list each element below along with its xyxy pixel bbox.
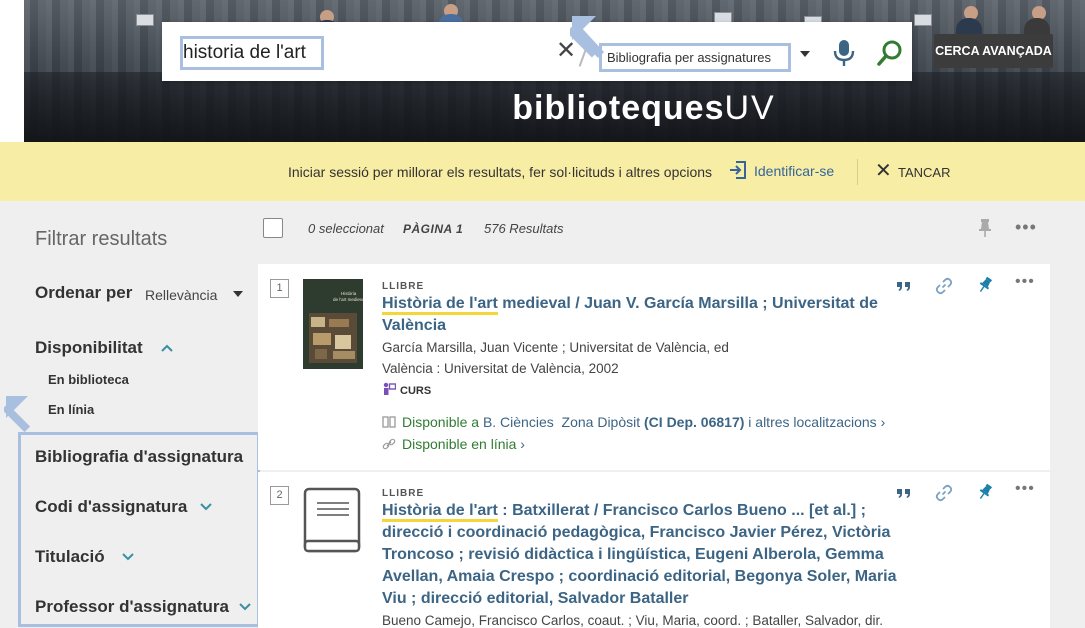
sort-label: Ordenar per bbox=[35, 283, 133, 302]
result-type: LLIBRE bbox=[382, 488, 425, 499]
select-all-checkbox[interactable] bbox=[263, 218, 283, 238]
facet-availability[interactable]: Disponibilitat bbox=[35, 338, 143, 358]
banner-divider bbox=[857, 159, 858, 185]
link-icon bbox=[382, 438, 396, 450]
search-icon[interactable] bbox=[876, 39, 904, 67]
results-count: 576 Resultats bbox=[484, 221, 564, 236]
filters-title: Filtrar resultats bbox=[35, 228, 168, 250]
permalink-icon[interactable] bbox=[935, 484, 953, 502]
more-options-icon[interactable]: ••• bbox=[1015, 480, 1035, 498]
chevron-right-icon: › bbox=[880, 414, 886, 430]
svg-text:de l'art medieval: de l'art medieval bbox=[333, 297, 363, 302]
book-placeholder-icon[interactable] bbox=[303, 487, 363, 555]
result-number: 1 bbox=[270, 279, 289, 298]
result-author: Bueno Camejo, Francisco Carlos, coaut. ;… bbox=[382, 613, 883, 628]
login-prompt-text: Iniciar sessió per millorar els resultat… bbox=[288, 164, 713, 180]
chevron-up-icon[interactable] bbox=[160, 343, 174, 353]
facet-item-online[interactable]: En línia bbox=[48, 402, 94, 417]
pin-icon[interactable] bbox=[977, 218, 993, 238]
result-publication: València : Universitat de València, 2002 bbox=[382, 361, 619, 376]
availability-status[interactable]: Disponible a B. Ciències Zona Dipòsit (C… bbox=[382, 414, 885, 430]
result-number: 2 bbox=[270, 486, 289, 505]
annotation-highlight-box bbox=[18, 432, 260, 627]
close-icon[interactable]: ✕ bbox=[875, 161, 892, 181]
citation-icon[interactable] bbox=[895, 277, 913, 295]
result-author: García Marsilla, Juan Vicente ; Universi… bbox=[382, 340, 729, 355]
search-bar: historia de l'art ✕ Bibliografia per ass… bbox=[162, 22, 912, 81]
microphone-icon[interactable] bbox=[832, 39, 856, 67]
search-scope-select[interactable]: Bibliografia per assignatures bbox=[599, 43, 791, 72]
online-availability[interactable]: Disponible en línia › bbox=[382, 436, 525, 452]
facet-item-in-library[interactable]: En biblioteca bbox=[48, 372, 129, 387]
sort-select[interactable]: Rellevància bbox=[145, 287, 217, 303]
course-badge: CURS bbox=[382, 382, 431, 397]
advanced-search-button[interactable]: CERCA AVANÇADA bbox=[934, 34, 1053, 68]
pin-icon[interactable] bbox=[976, 483, 994, 501]
annotation-arrow-icon bbox=[4, 396, 31, 433]
chevron-down-icon[interactable] bbox=[233, 291, 243, 297]
chevron-down-icon[interactable] bbox=[800, 51, 810, 57]
dismiss-banner-button[interactable]: TANCAR bbox=[898, 165, 950, 180]
annotation-arrow-icon bbox=[570, 16, 604, 58]
result-title-link[interactable]: Història de l'art : Batxillerat / Franci… bbox=[382, 500, 902, 610]
teacher-icon bbox=[383, 382, 396, 395]
pin-icon[interactable] bbox=[976, 276, 994, 294]
result-type: LLIBRE bbox=[382, 281, 425, 292]
result-title-link[interactable]: Història de l'art medieval / Juan V. Gar… bbox=[382, 293, 902, 337]
brand-logo[interactable]: bibliotequesUV bbox=[464, 89, 824, 133]
sign-in-icon[interactable] bbox=[728, 160, 748, 180]
permalink-icon[interactable] bbox=[935, 277, 953, 295]
citation-icon[interactable] bbox=[895, 484, 913, 502]
search-input[interactable]: historia de l'art bbox=[180, 36, 324, 70]
selected-count: 0 seleccionat bbox=[308, 221, 384, 236]
page-indicator: PÀGINA 1 bbox=[403, 222, 464, 236]
book-location-icon bbox=[382, 416, 396, 428]
more-options-icon[interactable]: ••• bbox=[1015, 273, 1035, 291]
sign-in-link[interactable]: Identificar-se bbox=[754, 163, 834, 179]
more-options-icon[interactable]: ••• bbox=[1015, 217, 1037, 238]
book-cover-image[interactable]: Història de l'art medieval bbox=[303, 279, 366, 369]
svg-text:Història: Història bbox=[341, 291, 357, 296]
chevron-right-icon: › bbox=[520, 436, 525, 452]
